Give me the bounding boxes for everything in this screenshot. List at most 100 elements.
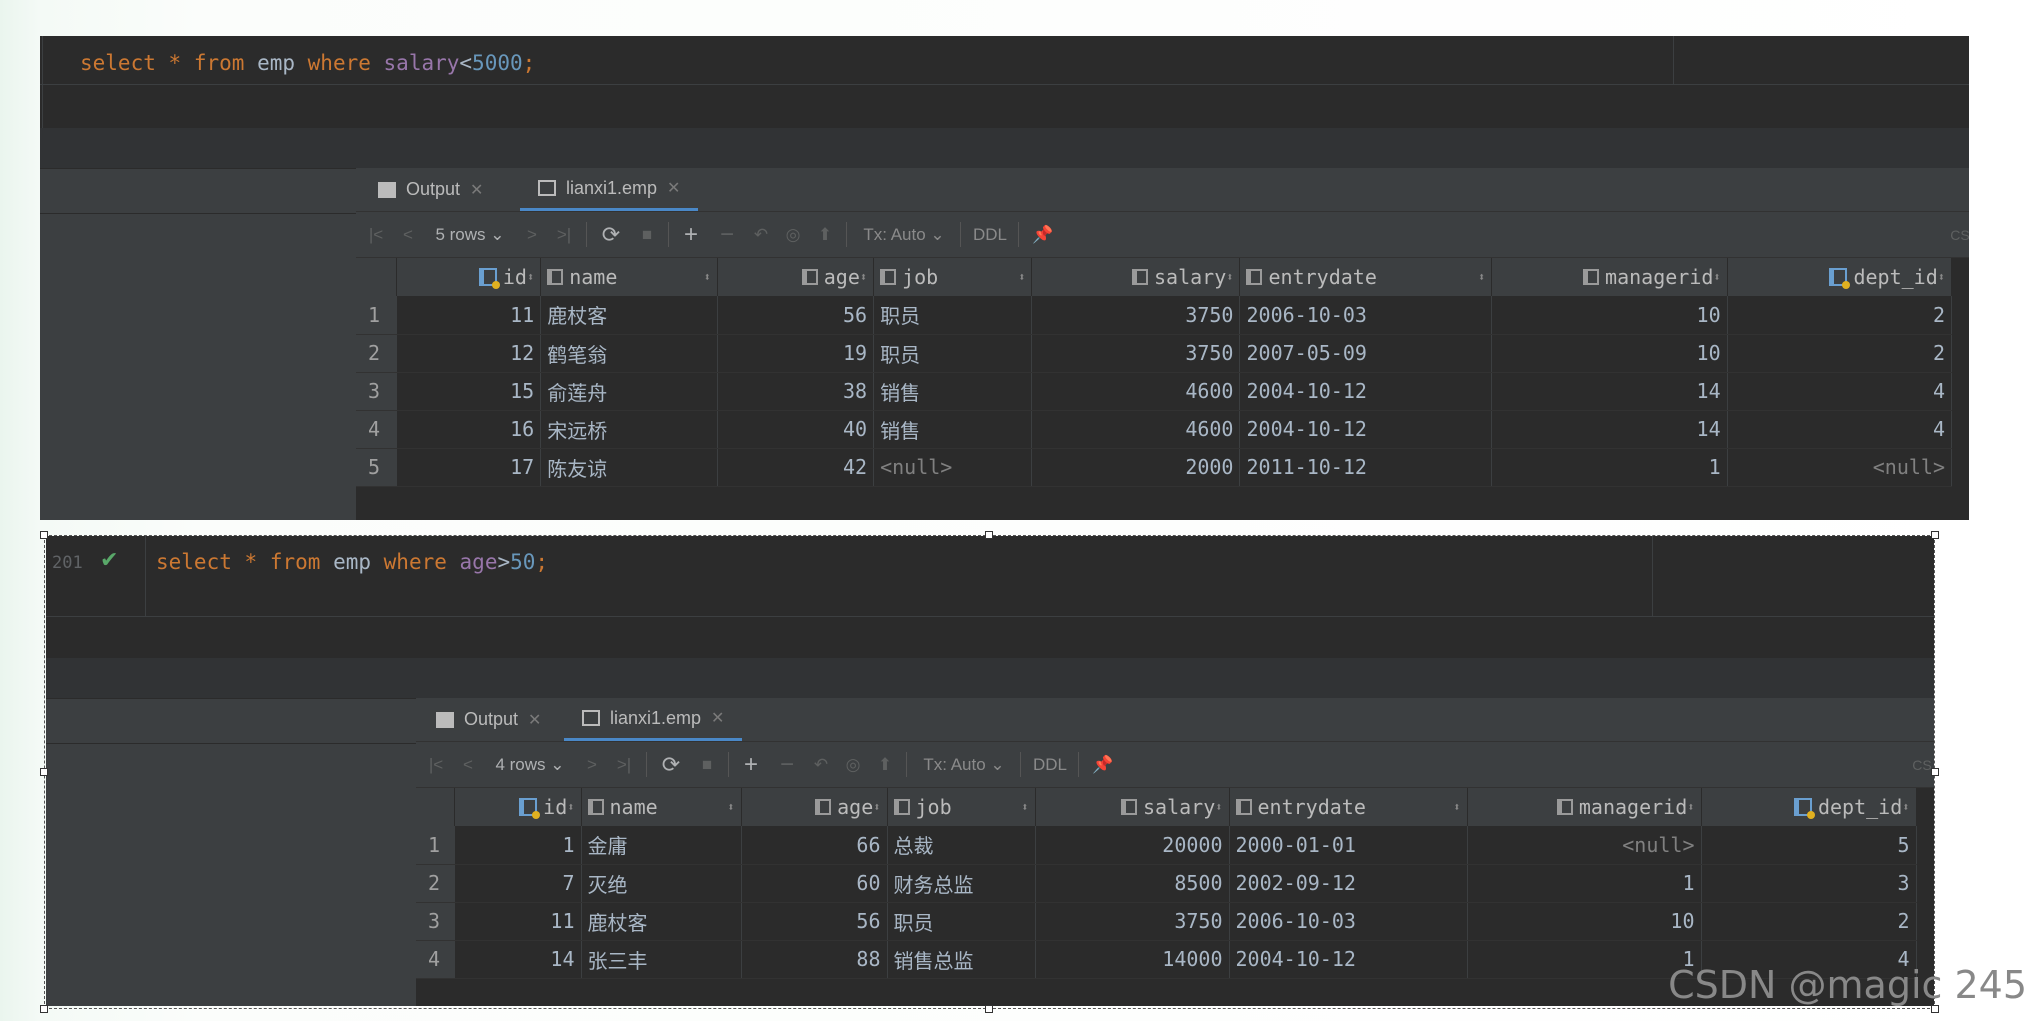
add-row-icon[interactable]: +: [736, 742, 766, 787]
sort-icon[interactable]: ⬍: [527, 270, 534, 284]
cell-job[interactable]: 销售: [873, 372, 1033, 411]
preview-icon[interactable]: ◎: [780, 212, 806, 257]
row-number[interactable]: 4: [416, 940, 455, 979]
table-row[interactable]: 3 15 俞莲舟 38 销售 4600 2004-10-12 14 4: [356, 372, 1953, 411]
cell-managerid[interactable]: 10: [1467, 902, 1702, 941]
sort-icon[interactable]: ⬍: [860, 270, 867, 284]
cell-dept-id[interactable]: 5: [1701, 826, 1917, 865]
tab-output[interactable]: Output ✕: [436, 698, 541, 741]
tx-mode-dropdown[interactable]: Tx: Auto ⌄: [916, 742, 1012, 787]
cell-salary[interactable]: 3750: [1035, 902, 1230, 941]
row-number[interactable]: 2: [416, 864, 455, 903]
cell-age[interactable]: 56: [741, 902, 888, 941]
resize-handle[interactable]: [40, 1005, 48, 1013]
sort-icon[interactable]: ⬍: [1938, 270, 1945, 284]
cell-age[interactable]: 60: [741, 864, 888, 903]
column-header-age[interactable]: age ⬍: [741, 788, 888, 826]
table-row[interactable]: 3 11 鹿杖客 56 职员 3750 2006-10-03 10 2: [416, 902, 1917, 941]
column-header-age[interactable]: age ⬍: [717, 258, 875, 296]
row-number[interactable]: 1: [416, 826, 455, 865]
tab-result-table[interactable]: lianxi1.emp ✕: [520, 168, 699, 211]
column-header-salary[interactable]: salary ⬍: [1031, 258, 1241, 296]
cell-id[interactable]: 16: [396, 410, 542, 449]
stop-icon[interactable]: ■: [634, 212, 660, 257]
resize-handle[interactable]: [985, 1005, 993, 1013]
sort-icon[interactable]: ⬍: [873, 800, 880, 814]
cell-id[interactable]: 7: [454, 864, 582, 903]
refresh-icon[interactable]: ⟳: [656, 742, 686, 787]
pin-icon[interactable]: 📌: [1028, 212, 1058, 257]
sort-icon[interactable]: ⬍: [1215, 800, 1222, 814]
cell-managerid[interactable]: 14: [1491, 372, 1728, 411]
cell-dept-id[interactable]: 2: [1727, 334, 1953, 373]
first-page-icon[interactable]: |<: [424, 742, 448, 787]
cell-entrydate[interactable]: 2000-01-01: [1229, 826, 1468, 865]
prev-page-icon[interactable]: <: [458, 742, 478, 787]
sort-icon[interactable]: ⬍: [1713, 270, 1720, 284]
cell-job[interactable]: 销售: [873, 410, 1033, 449]
cell-managerid[interactable]: 1: [1467, 864, 1702, 903]
table-row[interactable]: 1 1 金庸 66 总裁 20000 2000-01-01 <null> 5: [416, 826, 1917, 865]
sort-icon[interactable]: ⬍: [567, 800, 574, 814]
row-number[interactable]: 3: [356, 372, 398, 411]
cell-age[interactable]: 38: [717, 372, 875, 411]
cell-job[interactable]: 职员: [873, 296, 1033, 335]
column-header-entrydate[interactable]: entrydate ⬍: [1239, 258, 1493, 296]
tab-output[interactable]: Output ✕: [378, 168, 483, 211]
column-header-entrydate[interactable]: entrydate ⬍: [1229, 788, 1468, 826]
ddl-button[interactable]: DDL: [970, 212, 1010, 257]
sql-statement[interactable]: select * from emp where age>50;: [156, 550, 548, 574]
rows-dropdown[interactable]: 4 rows ⌄: [488, 742, 572, 787]
cell-age[interactable]: 88: [741, 940, 888, 979]
column-header-salary[interactable]: salary ⬍: [1035, 788, 1230, 826]
row-number[interactable]: 1: [356, 296, 398, 335]
cell-managerid[interactable]: 14: [1491, 410, 1728, 449]
cell-id[interactable]: 11: [454, 902, 582, 941]
cell-dept-id[interactable]: <null>: [1727, 448, 1953, 487]
cell-name[interactable]: 宋远桥: [540, 410, 718, 449]
cell-salary[interactable]: 4600: [1031, 410, 1241, 449]
column-header-job[interactable]: job ⬍: [873, 258, 1033, 296]
cell-age[interactable]: 56: [717, 296, 875, 335]
cell-salary[interactable]: 14000: [1035, 940, 1230, 979]
cell-name[interactable]: 陈友谅: [540, 448, 718, 487]
revert-icon[interactable]: ↶: [748, 212, 774, 257]
table-row[interactable]: 1 11 鹿杖客 56 职员 3750 2006-10-03 10 2: [356, 296, 1953, 335]
table-row[interactable]: 2 7 灭绝 60 财务总监 8500 2002-09-12 1 3: [416, 864, 1917, 903]
ddl-button[interactable]: DDL: [1030, 742, 1070, 787]
column-header-dept-id[interactable]: dept_id ⬍: [1727, 258, 1953, 296]
cell-age[interactable]: 19: [717, 334, 875, 373]
cell-dept-id[interactable]: 2: [1701, 902, 1917, 941]
cell-job[interactable]: 财务总监: [887, 864, 1036, 903]
column-header-dept-id[interactable]: dept_id ⬍: [1701, 788, 1917, 826]
tx-mode-dropdown[interactable]: Tx: Auto ⌄: [856, 212, 952, 257]
row-number[interactable]: 4: [356, 410, 398, 449]
cell-salary[interactable]: 2000: [1031, 448, 1241, 487]
cell-id[interactable]: 14: [454, 940, 582, 979]
cell-dept-id[interactable]: 4: [1727, 410, 1953, 449]
submit-icon[interactable]: ⬆: [812, 212, 838, 257]
cell-job[interactable]: 职员: [887, 902, 1036, 941]
row-number[interactable]: 5: [356, 448, 398, 487]
sort-icon[interactable]: ⬍: [1021, 800, 1028, 814]
column-header-id[interactable]: id ⬍: [396, 258, 542, 296]
cell-job[interactable]: 总裁: [887, 826, 1036, 865]
cell-salary[interactable]: 3750: [1031, 334, 1241, 373]
row-number[interactable]: 2: [356, 334, 398, 373]
cell-dept-id[interactable]: 3: [1701, 864, 1917, 903]
column-header-name[interactable]: name ⬍: [581, 788, 742, 826]
table-row[interactable]: 4 16 宋远桥 40 销售 4600 2004-10-12 14 4: [356, 410, 1953, 449]
sort-icon[interactable]: ⬍: [1018, 270, 1025, 284]
cell-name[interactable]: 张三丰: [581, 940, 742, 979]
preview-icon[interactable]: ◎: [840, 742, 866, 787]
cell-salary[interactable]: 8500: [1035, 864, 1230, 903]
delete-row-icon[interactable]: −: [714, 212, 740, 257]
delete-row-icon[interactable]: −: [774, 742, 800, 787]
cell-name[interactable]: 俞莲舟: [540, 372, 718, 411]
cell-managerid[interactable]: <null>: [1467, 826, 1702, 865]
cell-id[interactable]: 15: [396, 372, 542, 411]
column-header-name[interactable]: name ⬍: [540, 258, 718, 296]
next-page-icon[interactable]: >: [582, 742, 602, 787]
cell-job[interactable]: 销售总监: [887, 940, 1036, 979]
submit-icon[interactable]: ⬆: [872, 742, 898, 787]
